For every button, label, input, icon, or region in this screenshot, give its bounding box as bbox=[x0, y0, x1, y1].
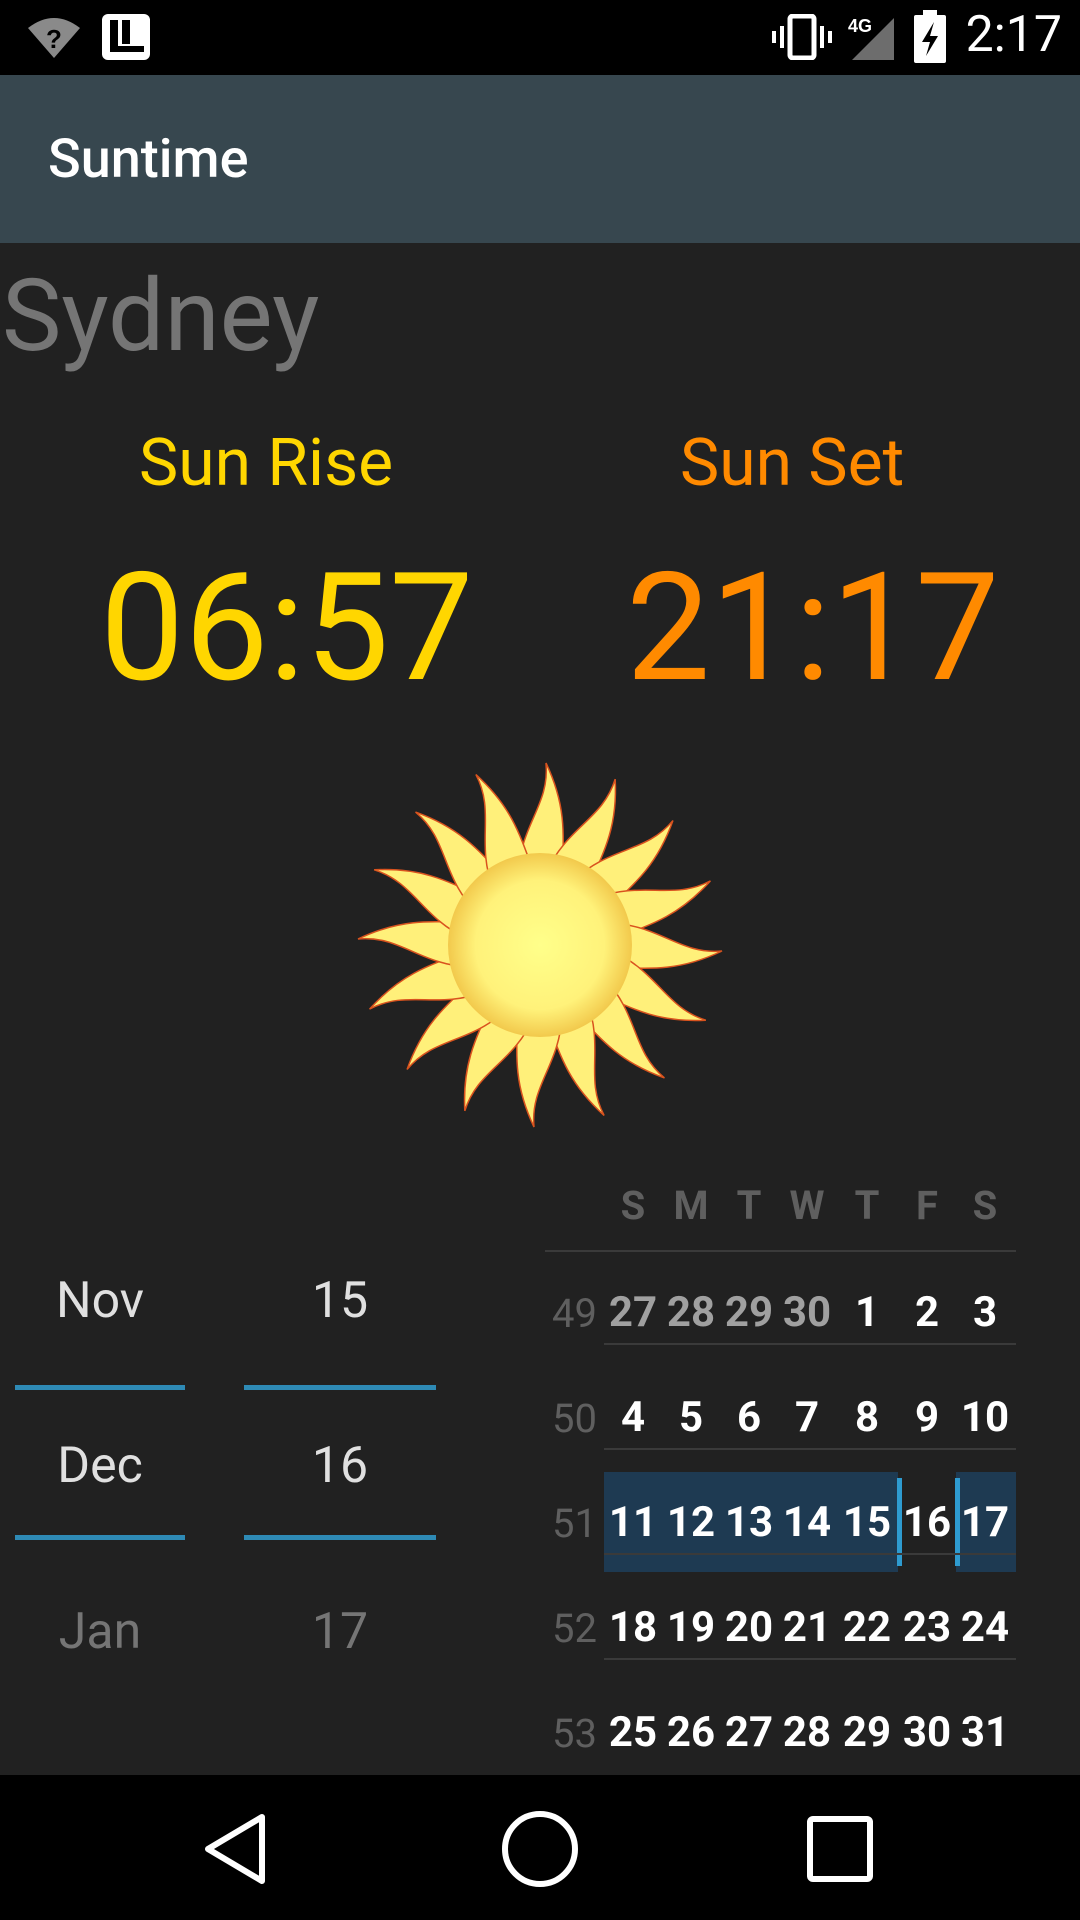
picker-month-selected[interactable]: Dec bbox=[15, 1437, 185, 1495]
wifi-icon: ? bbox=[28, 18, 80, 58]
signal-icon: 4G bbox=[848, 16, 894, 60]
calendar-day[interactable]: 10 bbox=[956, 1393, 1014, 1442]
calendar-row-divider bbox=[604, 1343, 1016, 1345]
picker-day-prev[interactable]: 15 bbox=[244, 1272, 436, 1330]
calendar-weekday-header: T bbox=[736, 1182, 762, 1229]
back-icon[interactable] bbox=[200, 1811, 270, 1887]
calendar-day[interactable]: 13 bbox=[720, 1498, 778, 1547]
navigation-bar bbox=[0, 1775, 1080, 1920]
sunrise-time: 06:57 bbox=[100, 540, 474, 716]
calendar-day[interactable]: 12 bbox=[662, 1498, 720, 1547]
app-title: Suntime bbox=[48, 128, 249, 191]
calendar-day[interactable]: 29 bbox=[720, 1288, 778, 1337]
calendar-weekday-header: S bbox=[620, 1182, 646, 1229]
calendar-day[interactable]: 15 bbox=[838, 1498, 896, 1547]
sunrise-label: Sun Rise bbox=[139, 425, 394, 502]
calendar-day[interactable]: 28 bbox=[662, 1288, 720, 1337]
calendar-row-divider bbox=[604, 1553, 1016, 1555]
calendar-day[interactable]: 20 bbox=[720, 1603, 778, 1652]
calendar-day[interactable]: 16 bbox=[898, 1498, 956, 1547]
calendar-day[interactable]: 30 bbox=[778, 1288, 836, 1337]
sunset-label: Sun Set bbox=[680, 425, 905, 502]
svg-text:?: ? bbox=[46, 24, 62, 54]
picker-day-next[interactable]: 17 bbox=[244, 1603, 436, 1661]
picker-divider bbox=[15, 1535, 185, 1540]
calendar-weekday-header: S bbox=[972, 1182, 998, 1229]
calendar-day[interactable]: 29 bbox=[838, 1708, 896, 1757]
status-bar: ? 4G 2:17 bbox=[0, 0, 1080, 75]
calendar-day[interactable]: 5 bbox=[662, 1393, 720, 1442]
picker-month-next[interactable]: Jan bbox=[15, 1603, 185, 1661]
picker-month-prev[interactable]: Nov bbox=[15, 1272, 185, 1330]
calendar-day[interactable]: 11 bbox=[604, 1498, 662, 1547]
calendar-day[interactable]: 25 bbox=[604, 1708, 662, 1757]
calendar-weekday-header: W bbox=[789, 1182, 825, 1229]
calendar-day[interactable]: 23 bbox=[898, 1603, 956, 1652]
calendar-row-divider bbox=[604, 1448, 1016, 1450]
calendar-day[interactable]: 30 bbox=[898, 1708, 956, 1757]
calendar-day[interactable]: 9 bbox=[898, 1393, 956, 1442]
calendar-day[interactable]: 28 bbox=[778, 1708, 836, 1757]
calendar-day[interactable]: 8 bbox=[838, 1393, 896, 1442]
picker-divider bbox=[244, 1385, 436, 1390]
battery-icon bbox=[914, 10, 946, 63]
launcher-icon bbox=[102, 14, 150, 60]
calendar-day[interactable]: 3 bbox=[956, 1288, 1014, 1337]
calendar-week-number: 49 bbox=[552, 1290, 597, 1337]
calendar-day[interactable]: 6 bbox=[720, 1393, 778, 1442]
svg-text:4G: 4G bbox=[848, 16, 872, 36]
calendar-row-divider bbox=[604, 1658, 1016, 1660]
calendar-day[interactable]: 7 bbox=[778, 1393, 836, 1442]
calendar-week-number: 53 bbox=[552, 1710, 597, 1757]
calendar-day[interactable]: 26 bbox=[662, 1708, 720, 1757]
home-icon[interactable] bbox=[500, 1809, 580, 1889]
sunset-time: 21:17 bbox=[626, 540, 1000, 716]
calendar-header-divider bbox=[545, 1250, 1016, 1252]
calendar-day[interactable]: 27 bbox=[604, 1288, 662, 1337]
calendar-week-number: 50 bbox=[552, 1395, 597, 1442]
calendar-day[interactable]: 14 bbox=[778, 1498, 836, 1547]
vibrate-icon bbox=[772, 14, 832, 60]
calendar-day[interactable]: 24 bbox=[956, 1603, 1014, 1652]
calendar-weekday-header: M bbox=[673, 1182, 709, 1229]
picker-divider bbox=[15, 1385, 185, 1390]
city-name: Sydney bbox=[2, 258, 320, 375]
calendar-week-number: 52 bbox=[552, 1605, 597, 1652]
calendar-day[interactable]: 2 bbox=[898, 1288, 956, 1337]
picker-day-selected[interactable]: 16 bbox=[244, 1437, 436, 1495]
sun-icon bbox=[357, 762, 723, 1128]
calendar-day[interactable]: 27 bbox=[720, 1708, 778, 1757]
calendar-day[interactable]: 4 bbox=[604, 1393, 662, 1442]
calendar-week-number: 51 bbox=[552, 1500, 597, 1547]
calendar-day[interactable]: 17 bbox=[956, 1498, 1014, 1547]
calendar-day[interactable]: 1 bbox=[838, 1288, 896, 1337]
calendar-weekday-header: F bbox=[916, 1182, 938, 1229]
recents-icon[interactable] bbox=[806, 1815, 874, 1883]
calendar-day[interactable]: 31 bbox=[956, 1708, 1014, 1757]
calendar-day[interactable]: 21 bbox=[778, 1603, 836, 1652]
calendar-day[interactable]: 19 bbox=[662, 1603, 720, 1652]
status-time: 2:17 bbox=[965, 6, 1062, 64]
picker-divider bbox=[244, 1535, 436, 1540]
app-bar: Suntime bbox=[0, 75, 1080, 243]
calendar-weekday-header: T bbox=[854, 1182, 880, 1229]
calendar-day[interactable]: 18 bbox=[604, 1603, 662, 1652]
calendar-day[interactable]: 22 bbox=[838, 1603, 896, 1652]
